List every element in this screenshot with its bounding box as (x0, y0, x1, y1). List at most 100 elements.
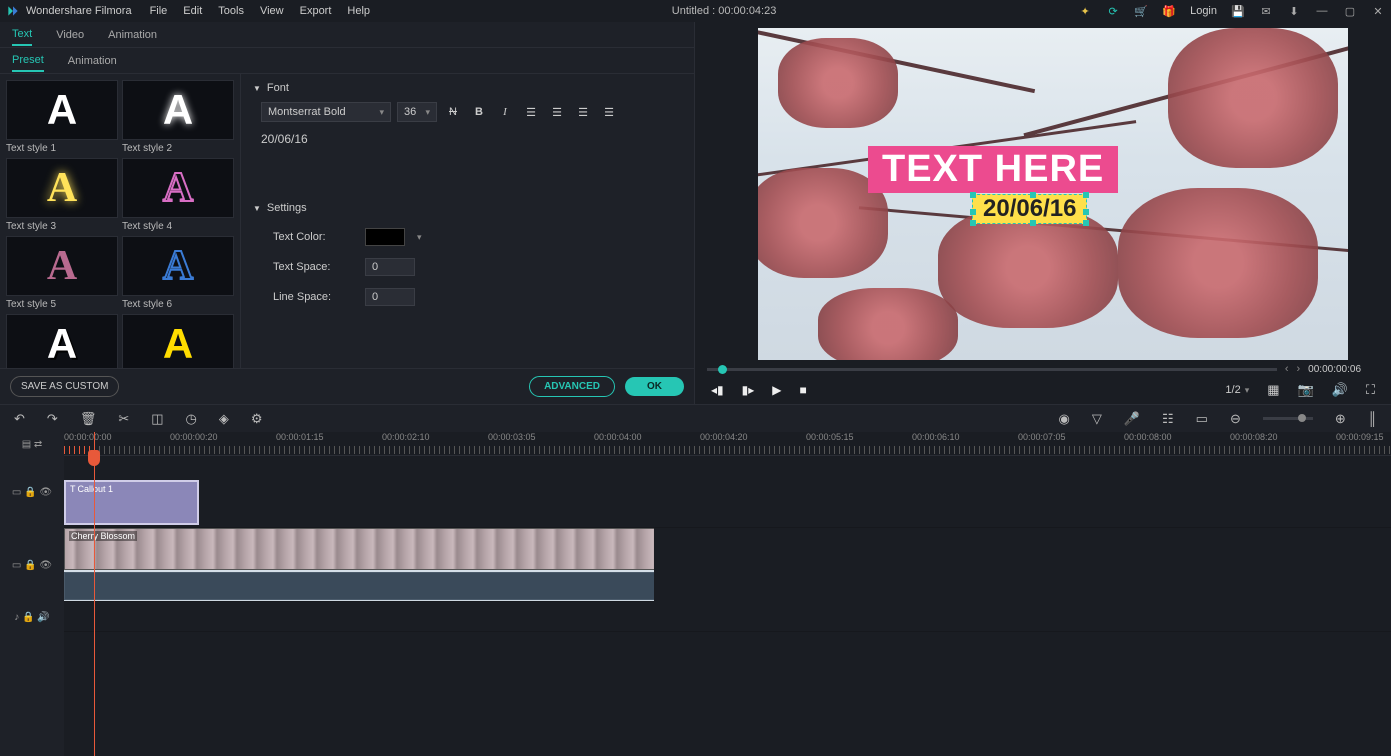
tips-icon[interactable]: ✦ (1078, 4, 1092, 18)
advanced-button[interactable]: ADVANCED (529, 376, 615, 397)
zoom-fit-icon[interactable]: ║ (1368, 411, 1377, 426)
thumbnail-icon[interactable]: ▭ (1196, 411, 1208, 427)
preset-item[interactable]: AText style 1 (6, 80, 118, 154)
timeline-zoom-slider[interactable] (1263, 417, 1313, 420)
redo-icon[interactable]: ↷ (47, 411, 58, 427)
delete-icon[interactable]: 🗑 (80, 411, 97, 427)
text-content-field[interactable]: 20/06/16 (253, 132, 682, 146)
prev-frame-button[interactable]: ◂▮ (711, 383, 724, 397)
download-icon[interactable]: ⬇ (1287, 4, 1301, 18)
fullscreen-icon[interactable]: ⛶ (1366, 382, 1375, 398)
timeline-options[interactable]: ▤ ⇄ (0, 432, 64, 456)
crop-icon[interactable]: ◫ (151, 411, 163, 427)
next-marker-icon[interactable]: › (1297, 363, 1301, 375)
menu-help[interactable]: Help (347, 5, 370, 17)
seek-track[interactable] (707, 368, 1277, 371)
bold-button[interactable]: B (469, 102, 489, 122)
ok-button[interactable]: OK (625, 377, 684, 396)
preset-item[interactable]: AText style 6 (122, 236, 234, 310)
tab-video[interactable]: Video (56, 25, 84, 45)
tab-preset[interactable]: Preset (12, 50, 44, 72)
split-icon[interactable]: ✂ (118, 411, 129, 427)
maximize-icon[interactable]: ▢ (1343, 4, 1357, 18)
italic-button[interactable]: I (495, 102, 515, 122)
preview-zoom-select[interactable]: 1/2 ▾ (1225, 384, 1249, 396)
text-track[interactable]: TCallout 1 (64, 456, 1391, 528)
save-icon[interactable]: 💾 (1231, 4, 1245, 18)
subtabs: Preset Animation (0, 48, 694, 74)
align-justify-button[interactable]: ☰ (599, 102, 619, 122)
audio-clip[interactable] (64, 572, 654, 600)
zoom-out-icon[interactable]: ⊖ (1230, 411, 1241, 427)
prev-marker-icon[interactable]: ‹ (1285, 363, 1289, 375)
app-logo-icon (6, 4, 20, 18)
preview-duration: 00:00:00:06 (1308, 364, 1361, 375)
minimize-icon[interactable]: — (1315, 4, 1329, 18)
video-clip[interactable]: Cherry Blossom (64, 528, 654, 570)
tab-animation2[interactable]: Animation (68, 51, 117, 71)
preset-item[interactable]: AText style 5 (6, 236, 118, 310)
menu-file[interactable]: File (150, 5, 168, 17)
font-family-select[interactable]: Montserrat Bold▾ (261, 102, 391, 122)
menu-edit[interactable]: Edit (183, 5, 202, 17)
text-color-swatch[interactable] (365, 228, 405, 246)
text-editor-panel: Text Video Animation Preset Animation AT… (0, 22, 695, 404)
seek-head[interactable] (718, 365, 727, 374)
tab-animation[interactable]: Animation (108, 25, 157, 45)
render-icon[interactable]: ◉ (1058, 411, 1069, 427)
align-right-button[interactable]: ☰ (573, 102, 593, 122)
login-button[interactable]: Login (1190, 5, 1217, 17)
preset-item[interactable]: A (6, 314, 118, 368)
font-size-select[interactable]: 36▾ (397, 102, 437, 122)
mail-icon[interactable]: ✉ (1259, 4, 1273, 18)
adjust-icon[interactable]: ⚙ (251, 411, 263, 427)
tab-text[interactable]: Text (12, 24, 32, 46)
text-clip[interactable]: TCallout 1 (64, 480, 199, 525)
align-center-button[interactable]: ☰ (547, 102, 567, 122)
speed-icon[interactable]: ◷ (186, 411, 197, 427)
video-track-head[interactable]: ▭ 🔒 👁 (0, 528, 64, 602)
close-icon[interactable]: ✕ (1371, 4, 1385, 18)
save-as-custom-button[interactable]: SAVE AS CUSTOM (10, 376, 119, 397)
main-menu: File Edit Tools View Export Help (150, 5, 370, 17)
chevron-down-icon[interactable]: ▾ (417, 232, 422, 243)
align-left-button[interactable]: ☰ (521, 102, 541, 122)
audio-track-head[interactable]: ♪ 🔒 🔊 (0, 602, 64, 632)
volume-icon[interactable]: 🔊 (1332, 382, 1348, 398)
strikethrough-button[interactable]: N (443, 102, 463, 122)
refresh-icon[interactable]: ⟳ (1106, 4, 1120, 18)
mixer-icon[interactable]: ☷ (1162, 411, 1174, 427)
stop-button[interactable]: ■ (800, 383, 807, 397)
next-frame-button[interactable]: ▮▸ (742, 383, 755, 397)
property-tabs: Text Video Animation (0, 22, 694, 48)
preset-item[interactable]: AText style 3 (6, 158, 118, 232)
video-preview[interactable]: TEXT HERE 20/06/16 (758, 28, 1348, 360)
color-icon[interactable]: ◈ (219, 411, 229, 427)
preset-item[interactable]: AText style 4 (122, 158, 234, 232)
preset-item[interactable]: AText style 2 (122, 80, 234, 154)
menu-view[interactable]: View (260, 5, 284, 17)
video-track[interactable]: Cherry Blossom (64, 528, 654, 602)
undo-icon[interactable]: ↶ (14, 411, 25, 427)
voiceover-icon[interactable]: 🎤 (1124, 411, 1140, 427)
menu-export[interactable]: Export (300, 5, 332, 17)
quality-icon[interactable]: ▦ (1267, 382, 1279, 398)
menu-tools[interactable]: Tools (218, 5, 244, 17)
preset-item[interactable]: A (122, 314, 234, 368)
marker-icon[interactable]: ▽ (1092, 411, 1102, 427)
gift-icon[interactable]: 🎁 (1162, 4, 1176, 18)
settings-section-header[interactable]: Settings (253, 202, 682, 214)
cart-icon[interactable]: 🛒 (1134, 4, 1148, 18)
font-section-header[interactable]: Font (253, 82, 682, 94)
preview-text-overlay-1[interactable]: TEXT HERE (868, 146, 1118, 193)
timeline-ruler[interactable]: 00:00:00:0000:00:00:2000:00:01:1500:00:0… (64, 432, 1391, 456)
zoom-in-icon[interactable]: ⊕ (1335, 411, 1346, 427)
music-track[interactable] (64, 602, 1391, 632)
text-track-head[interactable]: ▭ 🔒 👁 (0, 456, 64, 528)
line-space-input[interactable]: 0 (365, 288, 415, 306)
text-space-input[interactable]: 0 (365, 258, 415, 276)
preview-text-overlay-2[interactable]: 20/06/16 (972, 194, 1087, 224)
play-button[interactable]: ▶ (772, 383, 781, 397)
snapshot-icon[interactable]: 📷 (1298, 382, 1314, 398)
playhead[interactable] (94, 432, 95, 756)
